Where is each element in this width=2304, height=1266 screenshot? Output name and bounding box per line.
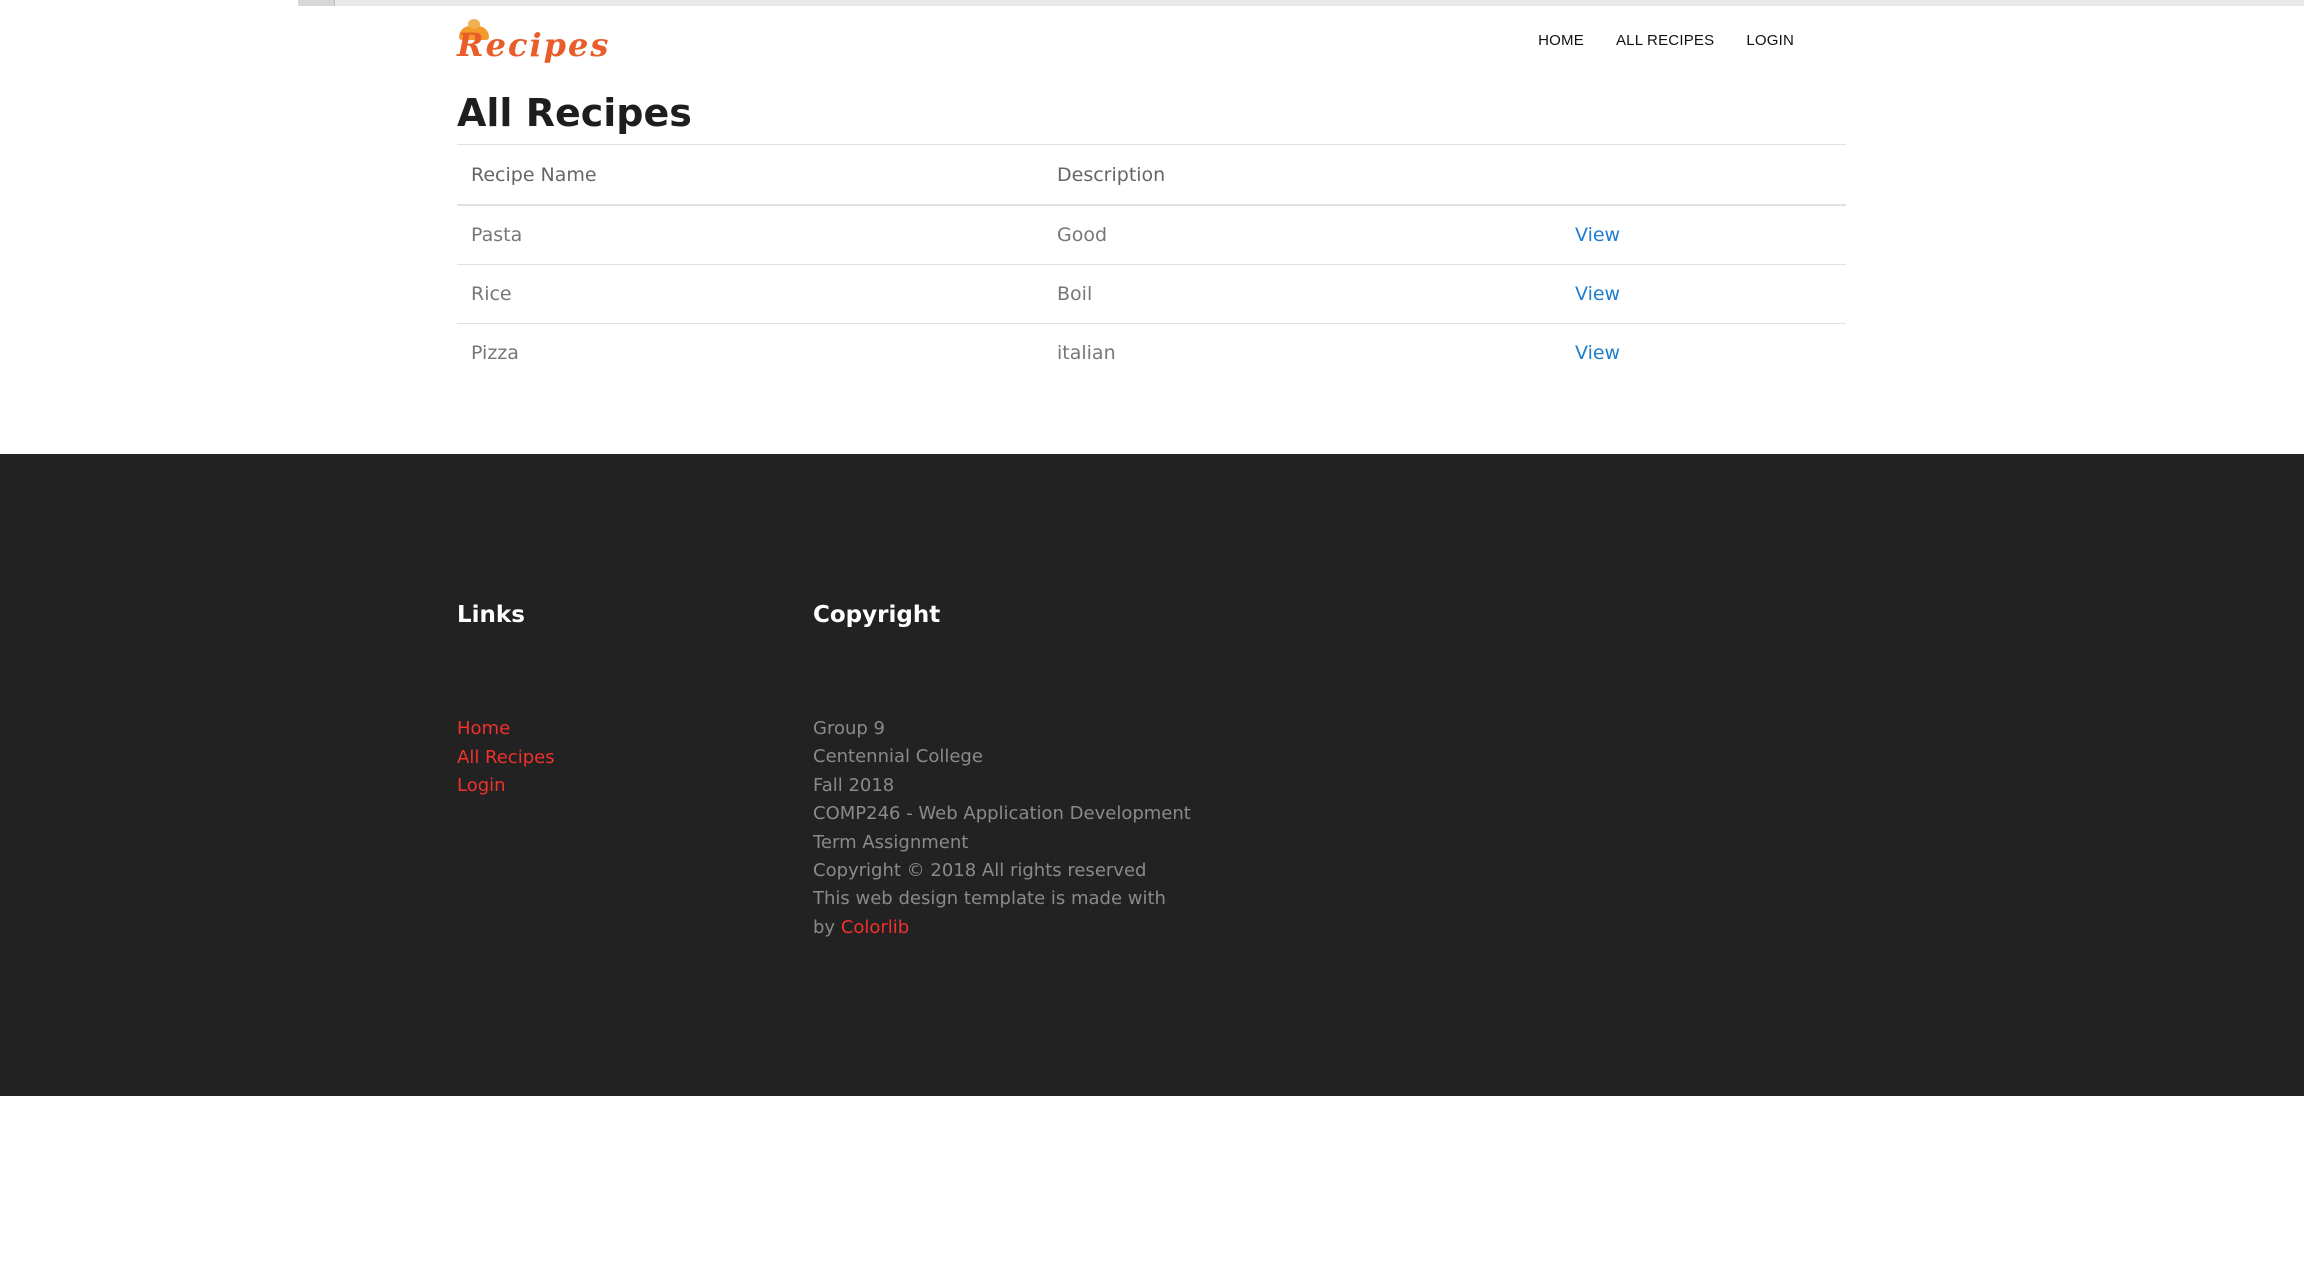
recipe-description-cell: italian: [1057, 342, 1116, 364]
recipe-name-cell: Rice: [457, 264, 1043, 324]
copyright-line: Centennial College: [813, 746, 983, 768]
site-logo[interactable]: Recipes: [457, 19, 608, 66]
column-header-recipe-name: Recipe Name: [457, 144, 1043, 206]
table-row: Pizza italian View: [457, 324, 1846, 383]
main-content: All Recipes Recipe Name Description Past…: [457, 82, 1846, 382]
column-header-actions: [1575, 144, 1846, 206]
recipe-action-cell: View: [1575, 205, 1846, 265]
footer-link-home[interactable]: Home: [457, 718, 510, 739]
footer-link-all-recipes[interactable]: All Recipes: [457, 747, 555, 768]
copyright-line: Group 9: [813, 718, 885, 739]
browser-tab-strip: [0, 0, 2304, 6]
footer-copyright-heading: Copyright: [813, 602, 941, 628]
main-nav: HOME ALL RECIPES LOGIN: [1538, 32, 1794, 49]
credit-line: by Colorlib: [813, 917, 1191, 945]
recipe-action-cell: View: [1575, 264, 1846, 324]
footer-links-section: Links Home All Recipes Login: [457, 454, 757, 1096]
table-header-row: Recipe Name Description: [457, 144, 1846, 206]
nav-home[interactable]: HOME: [1538, 32, 1584, 49]
table-row: Rice Boil View: [457, 264, 1846, 324]
copyright-line: COMP246 - Web Application Development: [813, 803, 1191, 825]
colorlib-link[interactable]: Colorlib: [841, 917, 909, 938]
copyright-line: This web design template is made with: [813, 888, 1166, 910]
copyright-line: Fall 2018: [813, 774, 895, 796]
nav-login[interactable]: LOGIN: [1746, 32, 1794, 49]
site-footer: Links Home All Recipes Login Copyright G…: [0, 454, 2304, 1096]
copyright-text: Group 9 Centennial College Fall 2018 COM…: [813, 718, 1191, 945]
column-header-description: Description: [1043, 144, 1575, 206]
nav-all-recipes[interactable]: ALL RECIPES: [1616, 32, 1714, 49]
view-link[interactable]: View: [1575, 342, 1620, 364]
recipe-action-cell: View: [1575, 324, 1846, 383]
copyright-line: Term Assignment: [813, 831, 969, 853]
footer-links-heading: Links: [457, 602, 525, 628]
page-title: All Recipes: [457, 91, 692, 135]
footer-links-list: Home All Recipes Login: [457, 718, 555, 804]
browser-tab[interactable]: [0, 0, 299, 6]
recipe-name-cell: Pizza: [471, 342, 519, 364]
logo-text: Recipes: [457, 26, 611, 64]
table-row: Pasta Good View: [457, 205, 1846, 265]
copyright-line: Copyright © 2018 All rights reserved: [813, 859, 1147, 881]
recipe-name-cell: Pasta: [457, 205, 1043, 265]
view-link[interactable]: View: [1575, 283, 1620, 305]
recipe-description-cell: Boil: [1043, 264, 1575, 324]
view-link[interactable]: View: [1575, 224, 1620, 246]
recipes-table: Recipe Name Description Pasta Good View …: [457, 144, 1846, 382]
credit-prefix: by: [813, 916, 841, 938]
site-header: Recipes HOME ALL RECIPES LOGIN: [457, 19, 1846, 70]
footer-link-login[interactable]: Login: [457, 775, 506, 796]
browser-new-tab-button[interactable]: [298, 0, 335, 6]
footer-copyright-section: Copyright Group 9 Centennial College Fal…: [813, 454, 1313, 1096]
recipe-description-cell: Good: [1043, 205, 1575, 265]
